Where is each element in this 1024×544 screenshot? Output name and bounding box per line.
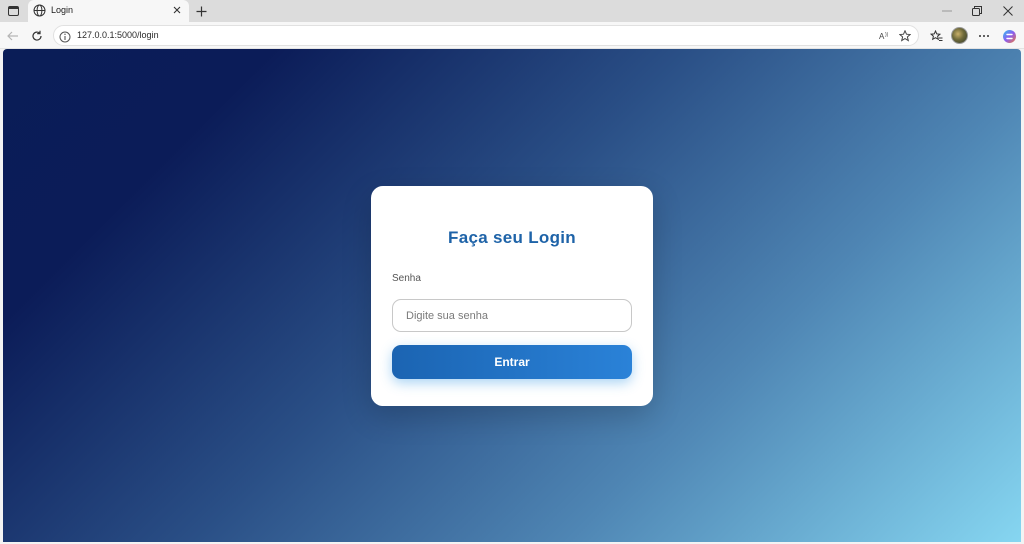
info-icon[interactable] bbox=[59, 30, 71, 43]
password-input[interactable] bbox=[392, 299, 632, 332]
tab-bar: Login bbox=[0, 0, 1024, 22]
more-icon[interactable] bbox=[975, 27, 993, 45]
back-icon[interactable] bbox=[4, 27, 22, 45]
refresh-icon[interactable] bbox=[28, 27, 46, 45]
globe-icon bbox=[33, 4, 46, 17]
read-aloud-icon[interactable]: A)) bbox=[878, 29, 892, 43]
login-title: Faça seu Login bbox=[448, 228, 576, 247]
password-label: Senha bbox=[392, 273, 421, 284]
address-bar[interactable]: 127.0.0.1:5000/login A)) bbox=[53, 25, 919, 46]
browser-toolbar: 127.0.0.1:5000/login A)) bbox=[0, 22, 1024, 49]
url-text: 127.0.0.1:5000/login bbox=[77, 30, 159, 40]
tab-title: Login bbox=[51, 5, 74, 15]
login-card: Faça seu Login Senha Entrar bbox=[371, 186, 653, 406]
profile-avatar[interactable] bbox=[951, 27, 968, 44]
page-background: Faça seu Login Senha Entrar bbox=[3, 49, 1021, 542]
favorites-icon[interactable] bbox=[927, 27, 945, 45]
submit-button[interactable]: Entrar bbox=[392, 345, 632, 379]
minimize-icon[interactable] bbox=[932, 0, 962, 22]
star-icon[interactable] bbox=[898, 29, 912, 43]
copilot-icon[interactable] bbox=[1000, 27, 1018, 45]
tab-actions-icon[interactable] bbox=[4, 3, 22, 19]
restore-icon[interactable] bbox=[962, 0, 992, 22]
window-close-icon[interactable] bbox=[993, 0, 1023, 22]
svg-text:)): )) bbox=[885, 32, 889, 38]
close-icon[interactable] bbox=[171, 4, 183, 16]
plus-icon[interactable] bbox=[193, 3, 209, 19]
browser-tab[interactable]: Login bbox=[28, 0, 189, 22]
